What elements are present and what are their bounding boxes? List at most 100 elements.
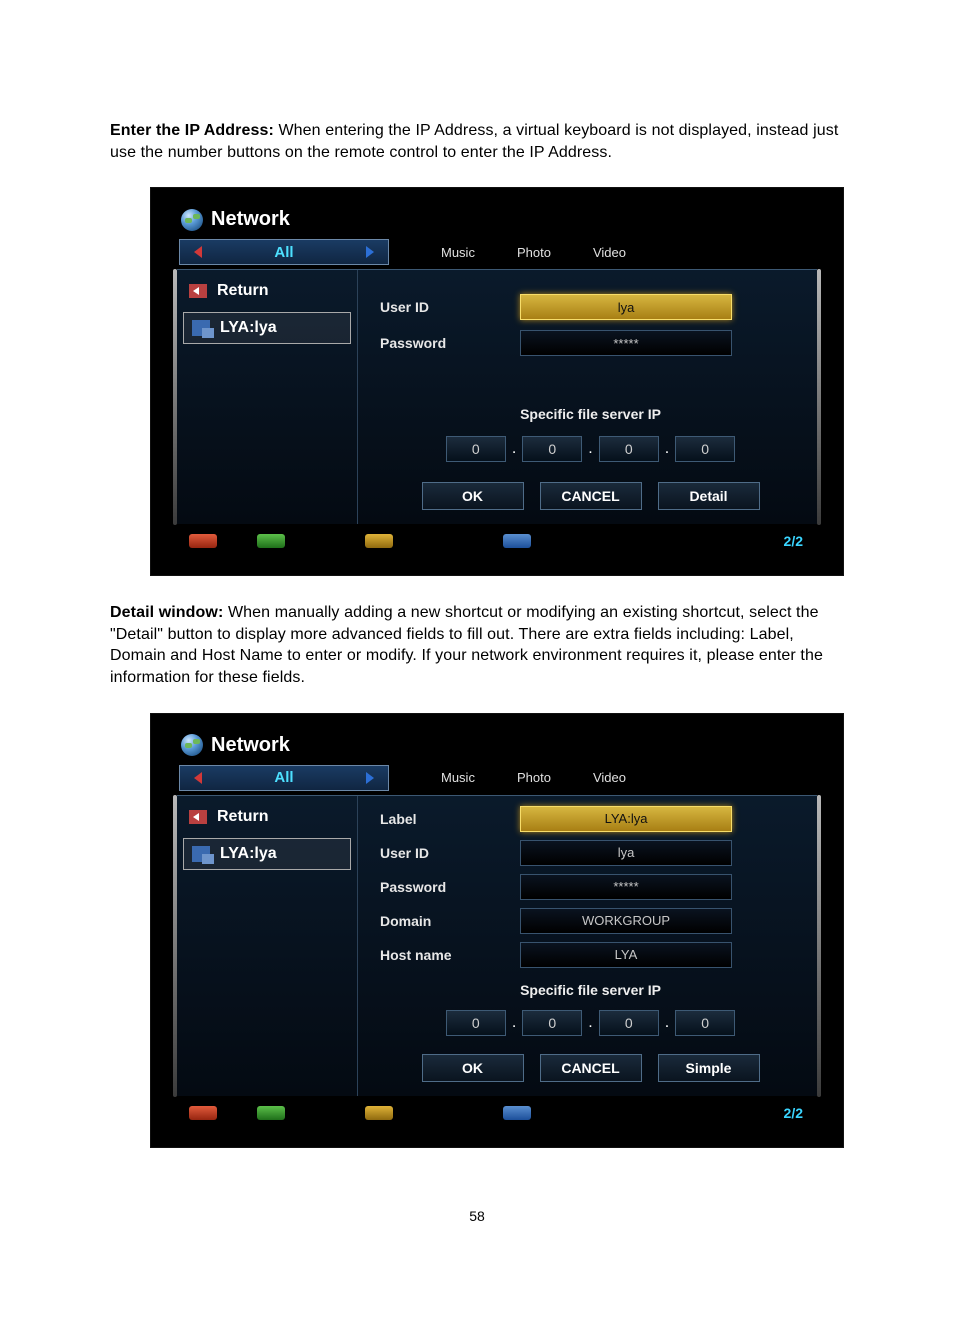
- paragraph-enter-ip-bold: Enter the IP Address:: [110, 122, 274, 139]
- ok-button[interactable]: OK: [422, 1054, 524, 1082]
- legend-yellow-icon[interactable]: [365, 1106, 393, 1120]
- page-number: 58: [110, 1208, 844, 1224]
- tab-video[interactable]: Video: [593, 245, 626, 260]
- row-user-id: User ID lya: [380, 840, 801, 866]
- ip-address-row: 0. 0. 0. 0: [446, 436, 735, 462]
- computer-icon: [192, 320, 210, 336]
- legend-blue-icon[interactable]: [503, 534, 531, 548]
- user-id-value[interactable]: lya: [520, 840, 732, 866]
- user-id-label: User ID: [380, 845, 520, 861]
- sidebar-item-return[interactable]: Return: [177, 274, 357, 308]
- arrow-right-icon[interactable]: [366, 246, 374, 258]
- ip-octet-2[interactable]: 0: [522, 1010, 582, 1036]
- specific-ip-label: Specific file server IP: [380, 406, 801, 422]
- tab-music[interactable]: Music: [441, 770, 475, 785]
- paragraph-detail-window: Detail window: When manually adding a ne…: [110, 602, 844, 688]
- window-title-row: Network: [173, 206, 821, 239]
- sidebar-return-label: Return: [217, 282, 269, 300]
- form-pane: User ID lya Password ***** Specific file…: [357, 270, 817, 524]
- arrow-left-icon[interactable]: [194, 246, 202, 258]
- ip-octet-1[interactable]: 0: [446, 436, 506, 462]
- sidebar-host-label: LYA:lya: [220, 319, 277, 337]
- tab-photo[interactable]: Photo: [517, 770, 551, 785]
- tab-bar: All Music Photo Video: [179, 239, 821, 265]
- window-title-row: Network: [173, 732, 821, 765]
- password-value[interactable]: *****: [520, 874, 732, 900]
- arrow-left-icon[interactable]: [194, 772, 202, 784]
- frame-right-edge: [817, 269, 821, 525]
- host-value[interactable]: LYA: [520, 942, 732, 968]
- ip-octet-4[interactable]: 0: [675, 436, 735, 462]
- host-label: Host name: [380, 947, 520, 963]
- screenshot-simple: Network All Music Photo Video Return: [150, 187, 844, 576]
- ip-octet-3[interactable]: 0: [599, 436, 659, 462]
- label-label: Label: [380, 811, 520, 827]
- legend-green-icon[interactable]: [257, 1106, 285, 1120]
- ip-dot: .: [663, 440, 671, 458]
- tab-all-label: All: [274, 769, 293, 786]
- row-user-id: User ID lya: [380, 294, 801, 320]
- sidebar: Return LYA:lya: [177, 796, 357, 1096]
- tab-all[interactable]: All: [179, 765, 389, 791]
- ok-button[interactable]: OK: [422, 482, 524, 510]
- row-password: Password *****: [380, 874, 801, 900]
- tab-photo[interactable]: Photo: [517, 245, 551, 260]
- password-label: Password: [380, 335, 520, 351]
- sidebar-host-label: LYA:lya: [220, 845, 277, 863]
- label-value[interactable]: LYA:lya: [520, 806, 732, 832]
- ip-octet-1[interactable]: 0: [446, 1010, 506, 1036]
- window-title: Network: [211, 208, 290, 231]
- return-icon: [189, 810, 207, 824]
- button-row: OK CANCEL Detail: [422, 482, 760, 510]
- legend-green-icon[interactable]: [257, 534, 285, 548]
- tab-bar: All Music Photo Video: [179, 765, 821, 791]
- user-id-value[interactable]: lya: [520, 294, 732, 320]
- ip-octet-3[interactable]: 0: [599, 1010, 659, 1036]
- password-label: Password: [380, 879, 520, 895]
- window-title: Network: [211, 734, 290, 757]
- ip-dot: .: [586, 1014, 594, 1032]
- frame-right-edge: [817, 795, 821, 1097]
- ip-dot: .: [510, 440, 518, 458]
- cancel-button[interactable]: CANCEL: [540, 482, 642, 510]
- screenshot-detail: Network All Music Photo Video Return: [150, 713, 844, 1148]
- pager: 2/2: [784, 533, 811, 549]
- arrow-right-icon[interactable]: [366, 772, 374, 784]
- detail-button[interactable]: Detail: [658, 482, 760, 510]
- simple-button[interactable]: Simple: [658, 1054, 760, 1082]
- tab-music[interactable]: Music: [441, 245, 475, 260]
- tab-all-label: All: [274, 244, 293, 261]
- domain-label: Domain: [380, 913, 520, 929]
- inactive-tabs: Music Photo Video: [389, 239, 626, 265]
- legend-yellow-icon[interactable]: [365, 534, 393, 548]
- tab-all[interactable]: All: [179, 239, 389, 265]
- pager: 2/2: [784, 1105, 811, 1121]
- user-id-label: User ID: [380, 299, 520, 315]
- paragraph-enter-ip: Enter the IP Address: When entering the …: [110, 120, 844, 163]
- sidebar-item-host[interactable]: LYA:lya: [183, 838, 351, 870]
- domain-value[interactable]: WORKGROUP: [520, 908, 732, 934]
- row-host-name: Host name LYA: [380, 942, 801, 968]
- specific-ip-label: Specific file server IP: [380, 982, 801, 998]
- row-domain: Domain WORKGROUP: [380, 908, 801, 934]
- legend-red-icon[interactable]: [189, 1106, 217, 1120]
- tab-video[interactable]: Video: [593, 770, 626, 785]
- sidebar: Return LYA:lya: [177, 270, 357, 524]
- sidebar-item-host[interactable]: LYA:lya: [183, 312, 351, 344]
- footer: 2/2: [173, 1097, 821, 1121]
- cancel-button[interactable]: CANCEL: [540, 1054, 642, 1082]
- row-password: Password *****: [380, 330, 801, 356]
- ip-dot: .: [663, 1014, 671, 1032]
- password-value[interactable]: *****: [520, 330, 732, 356]
- legend-blue-icon[interactable]: [503, 1106, 531, 1120]
- globe-icon: [181, 734, 203, 756]
- button-row: OK CANCEL Simple: [422, 1054, 760, 1082]
- sidebar-item-return[interactable]: Return: [177, 800, 357, 834]
- footer: 2/2: [173, 525, 821, 549]
- ip-octet-2[interactable]: 0: [522, 436, 582, 462]
- inactive-tabs: Music Photo Video: [389, 765, 626, 791]
- ip-octet-4[interactable]: 0: [675, 1010, 735, 1036]
- ip-dot: .: [586, 440, 594, 458]
- legend-red-icon[interactable]: [189, 534, 217, 548]
- globe-icon: [181, 209, 203, 231]
